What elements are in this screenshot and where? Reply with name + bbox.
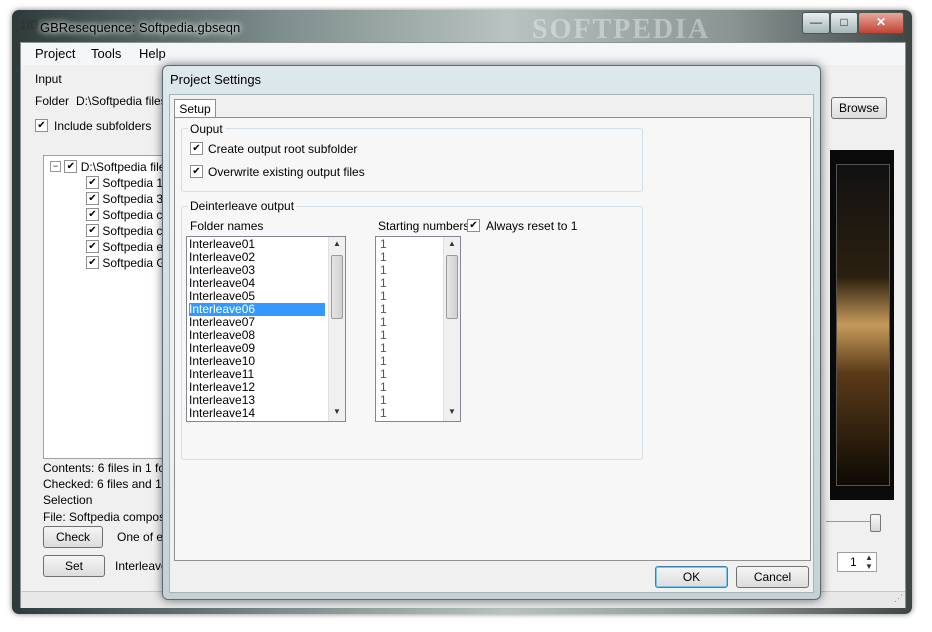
include-subfolders-checkbox[interactable]: ✔ — [35, 119, 48, 132]
dialog-title: Project Settings — [170, 72, 262, 87]
selection-file: File: Softpedia composite — [43, 510, 178, 524]
numbers-scroll-thumb[interactable] — [446, 255, 458, 319]
menu-project[interactable]: Project — [35, 46, 75, 61]
scroll-down-icon[interactable]: ▼ — [329, 407, 345, 416]
numbers-list-scrollbar[interactable]: ▲ ▼ — [443, 237, 460, 421]
set-description: Interleave — [115, 559, 168, 573]
window-title: GBResequence: Softpedia.gbseqn — [40, 20, 241, 35]
folder-list-scrollbar[interactable]: ▲ ▼ — [328, 237, 345, 421]
scroll-up-icon[interactable]: ▲ — [329, 239, 345, 248]
cancel-button[interactable]: Cancel — [736, 566, 809, 588]
output-group — [181, 128, 643, 192]
folder-label: Folder — [35, 94, 70, 108]
close-icon: ✕ — [875, 15, 887, 29]
set-button[interactable]: Set — [43, 555, 105, 577]
project-settings-dialog: Project Settings Setup Ouput ✔ Create ou… — [162, 65, 821, 600]
tree-item-checkbox[interactable]: ✔ — [86, 224, 99, 238]
folder-path-field[interactable]: D:\Softpedia files\ — [76, 94, 166, 108]
spinner-value: 1 — [850, 555, 857, 569]
minimize-button[interactable]: — — [802, 12, 830, 34]
create-root-checkbox[interactable]: ✔ — [190, 142, 203, 155]
starting-number-item[interactable]: 1 — [380, 407, 387, 420]
starting-numbers-list[interactable]: 11111111111111 ▲ ▼ — [375, 236, 461, 422]
tree-item-checkbox[interactable]: ✔ — [86, 240, 99, 254]
folder-scroll-thumb[interactable] — [331, 255, 343, 319]
browse-button[interactable]: Browse — [831, 97, 887, 119]
zoom-slider-thumb[interactable] — [870, 514, 881, 532]
image-preview — [830, 150, 894, 500]
ok-button[interactable]: OK — [655, 566, 728, 588]
preview-thumbnail — [836, 164, 890, 486]
tree-item-checkbox[interactable]: ✔ — [86, 192, 99, 206]
input-group-label: Input — [35, 72, 62, 86]
deinterleave-group-label: Deinterleave output — [188, 199, 297, 213]
tree-root-checkbox[interactable]: ✔ — [64, 160, 78, 174]
selection-group-label: Selection — [43, 493, 93, 507]
folder-name-item[interactable]: Interleave14 — [189, 407, 325, 420]
frame-spinner[interactable]: 1 ▲ ▼ — [837, 552, 877, 572]
spinner-down-icon[interactable]: ▼ — [863, 562, 875, 571]
always-reset-checkbox[interactable]: ✔ — [467, 219, 480, 232]
close-button[interactable]: ✕ — [858, 12, 904, 34]
zoom-slider-track — [826, 521, 876, 522]
tree-item[interactable]: ✔ Softpedia cor — [86, 207, 173, 223]
tree-item[interactable]: ✔ Softpedia 3D — [86, 191, 172, 207]
always-reset-label: Always reset to 1 — [486, 219, 578, 233]
maximize-button[interactable]: □ — [830, 12, 858, 34]
contents-status: Contents: 6 files in 1 folde — [43, 461, 182, 475]
overwrite-label: Overwrite existing output files — [208, 165, 365, 179]
tree-item-checkbox[interactable]: ✔ — [86, 256, 99, 270]
minimize-icon: — — [810, 15, 822, 29]
setup-tab-page: Ouput ✔ Create output root subfolder ✔ O… — [174, 117, 811, 561]
tree-item-checkbox[interactable]: ✔ — [86, 208, 99, 222]
check-button[interactable]: Check — [43, 526, 103, 548]
include-subfolders-label: Include subfolders — [54, 119, 152, 133]
tree-root[interactable]: − ✔ D:\Softpedia files — [50, 159, 171, 175]
starting-numbers-label: Starting numbers — [378, 219, 470, 233]
folder-names-label: Folder names — [190, 219, 264, 233]
tab-setup[interactable]: Setup — [174, 99, 216, 118]
app-icon: 1/D — [20, 18, 39, 32]
scroll-up-icon[interactable]: ▲ — [444, 239, 460, 248]
spinner-up-icon[interactable]: ▲ — [863, 553, 875, 562]
collapse-icon[interactable]: − — [50, 161, 61, 173]
resize-grip-icon[interactable]: ⋰ — [881, 593, 903, 605]
checked-status: Checked: 6 files and 1 fol — [43, 477, 178, 491]
create-root-label: Create output root subfolder — [208, 142, 358, 156]
tree-item-checkbox[interactable]: ✔ — [86, 176, 99, 190]
menu-tools[interactable]: Tools — [91, 46, 121, 61]
output-group-label: Ouput — [188, 122, 225, 136]
dialog-client: Setup Ouput ✔ Create output root subfold… — [169, 94, 814, 593]
menu-bar: Project Tools Help — [21, 43, 905, 65]
menu-help[interactable]: Help — [139, 46, 166, 61]
maximize-icon: □ — [840, 15, 848, 29]
tree-root-label: D:\Softpedia files — [80, 159, 172, 174]
folder-names-list[interactable]: Interleave01 Interleave02 Interleave03 Inte… — [186, 236, 346, 422]
overwrite-checkbox[interactable]: ✔ — [190, 165, 203, 178]
scroll-down-icon[interactable]: ▼ — [444, 407, 460, 416]
